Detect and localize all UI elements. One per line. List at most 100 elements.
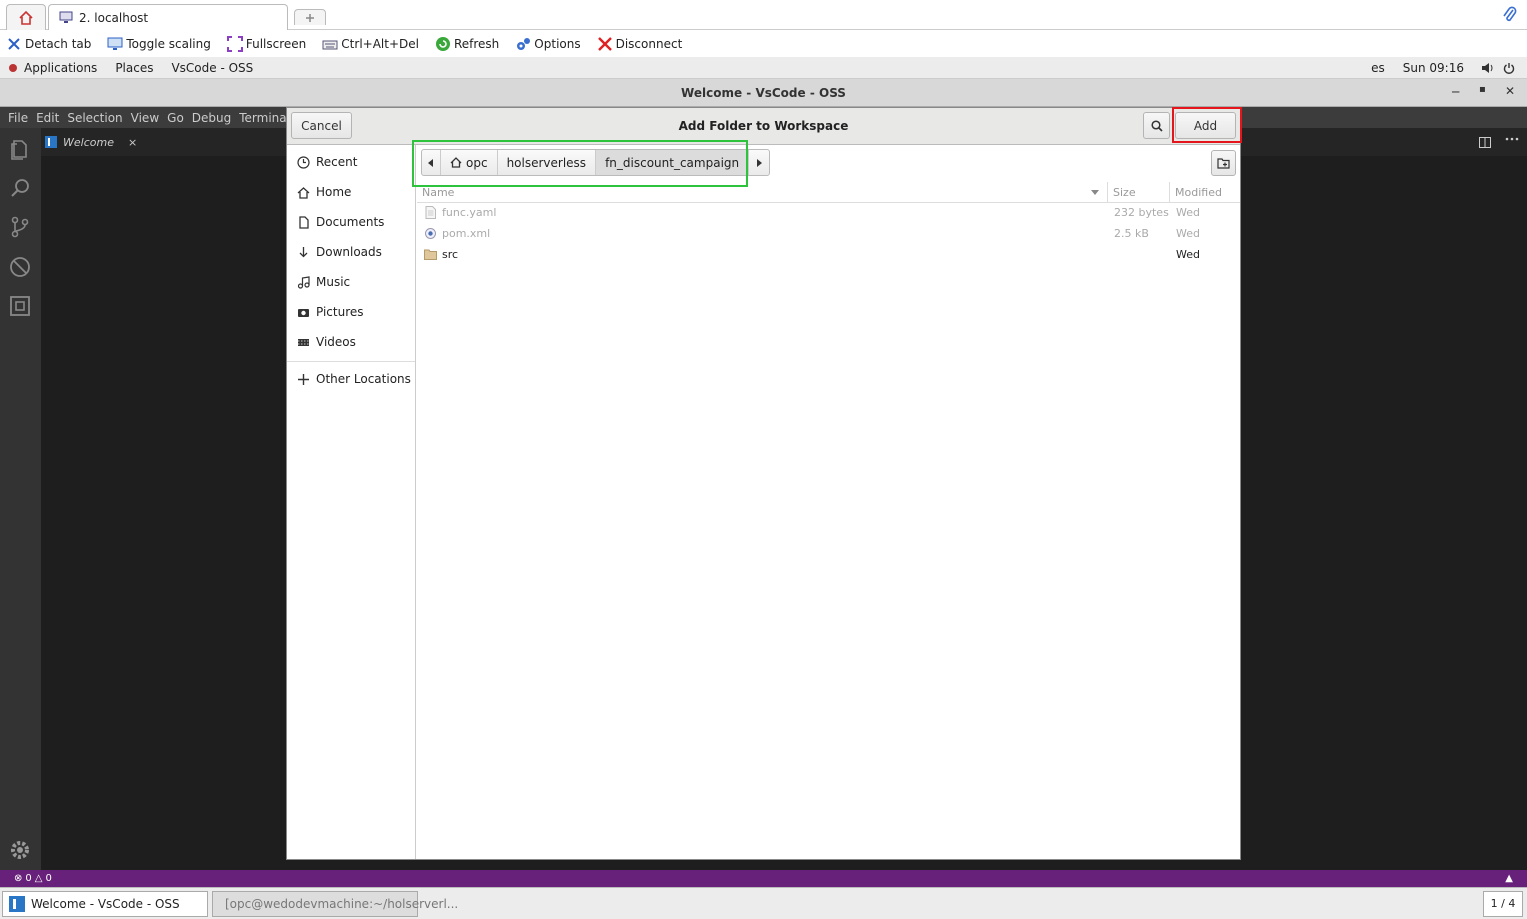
window-taskbar: Welcome - VsCode - OSS [opc@wedodevmachi… — [0, 887, 1527, 919]
new-tab-button[interactable] — [294, 9, 326, 25]
home-tab[interactable] — [6, 4, 46, 30]
search-icon — [1150, 119, 1163, 132]
taskbar-item-vscode[interactable]: Welcome - VsCode - OSS — [2, 890, 208, 917]
home-icon — [19, 10, 33, 25]
close-tab-icon[interactable]: × — [128, 136, 137, 149]
sidebar-item-music[interactable]: Music — [297, 271, 350, 293]
fullscreen-icon — [226, 35, 243, 52]
maximize-button[interactable]: ▪ — [1479, 84, 1486, 95]
localhost-tab[interactable]: 2. localhost — [48, 4, 288, 30]
column-modified[interactable]: Modified — [1175, 186, 1222, 199]
create-folder-button[interactable] — [1211, 150, 1236, 176]
search-icon[interactable] — [8, 176, 32, 200]
xml-file-icon — [425, 228, 436, 239]
source-control-icon[interactable] — [8, 215, 32, 239]
column-name[interactable]: Name — [422, 186, 454, 199]
error-icon[interactable]: ⊗ — [14, 873, 22, 884]
sidebar-item-recent[interactable]: Recent — [297, 151, 357, 173]
clock[interactable]: Sun 09:16 — [1394, 61, 1473, 75]
refresh-icon — [435, 36, 450, 51]
options-button[interactable]: Options — [515, 36, 581, 52]
add-button-highlight — [1172, 107, 1242, 143]
toggle-scaling-button[interactable]: Toggle scaling — [107, 36, 211, 52]
menu-debug[interactable]: Debug — [188, 111, 235, 125]
applications-menu[interactable]: Applications — [18, 61, 106, 75]
places-menu[interactable]: Places — [106, 61, 162, 75]
disconnect-button[interactable]: Disconnect — [597, 36, 682, 52]
taskbar-item-terminal[interactable]: [opc@wedodevmachine:~/holserverl... — [212, 890, 458, 917]
add-folder-dialog: Add Folder to Workspace Cancel Add Recen… — [286, 107, 1241, 860]
ctrl-alt-del-button[interactable]: Ctrl+Alt+Del — [322, 36, 419, 52]
document-icon — [299, 215, 309, 229]
path-forward-button[interactable] — [749, 150, 769, 175]
column-divider — [1107, 182, 1108, 202]
power-icon[interactable] — [1503, 62, 1515, 74]
file-row-func-yaml[interactable]: func.yaml 232 bytes Wed — [417, 202, 1240, 223]
file-row-src[interactable]: src Wed — [417, 244, 1240, 265]
download-icon — [299, 246, 308, 257]
sidebar-item-documents[interactable]: Documents — [297, 211, 384, 233]
plus-icon — [298, 373, 309, 385]
warning-count: 0 — [45, 873, 52, 884]
column-divider — [1169, 182, 1170, 202]
tab-title: 2. localhost — [79, 10, 149, 25]
applications-icon — [9, 63, 17, 72]
welcome-editor-tab[interactable]: Welcome × — [45, 132, 137, 152]
places-sidebar: Recent Home Documents Downloads Music Pi… — [287, 145, 416, 859]
error-count: 0 — [25, 873, 32, 884]
gears-icon — [517, 37, 531, 50]
sidebar-item-other-locations[interactable]: Other Locations — [297, 368, 411, 390]
menu-selection[interactable]: Selection — [63, 111, 126, 125]
active-app-menu[interactable]: VsCode - OSS — [162, 61, 262, 75]
chevron-right-icon — [757, 158, 763, 167]
text-file-icon — [425, 206, 436, 219]
gnome-top-bar: Applications Places VsCode - OSS es Sun … — [0, 57, 1527, 79]
volume-icon[interactable] — [1481, 62, 1495, 74]
warning-icon[interactable]: △ — [35, 873, 43, 884]
settings-gear-icon[interactable] — [8, 838, 32, 862]
folder-icon — [424, 249, 437, 260]
notification-bell-icon[interactable]: ▲ — [1505, 873, 1513, 884]
column-size[interactable]: Size — [1113, 186, 1136, 199]
extensions-icon[interactable] — [8, 294, 32, 318]
activity-bar — [0, 128, 41, 870]
minimize-button[interactable]: ─ — [1452, 85, 1459, 99]
sidebar-item-downloads[interactable]: Downloads — [297, 241, 382, 263]
keyboard-icon — [322, 40, 338, 49]
sidebar-item-home[interactable]: Home — [297, 181, 351, 203]
music-icon — [297, 275, 310, 289]
window-title: Welcome - VsCode - OSS — [681, 85, 846, 100]
menu-go[interactable]: Go — [163, 111, 188, 125]
vscode-logo-icon — [9, 895, 25, 912]
keyboard-layout[interactable]: es — [1362, 61, 1394, 75]
scissors-icon — [8, 37, 20, 50]
debug-icon[interactable] — [8, 255, 32, 279]
clock-icon — [297, 155, 310, 169]
sidebar-item-videos[interactable]: Videos — [297, 331, 356, 353]
window-titlebar: Welcome - VsCode - OSS ─ ▪ ✕ — [0, 79, 1527, 107]
fullscreen-button[interactable]: Fullscreen — [226, 35, 306, 52]
new-folder-icon — [1216, 158, 1230, 169]
cancel-button[interactable]: Cancel — [291, 112, 352, 139]
split-editor-icon[interactable] — [1479, 137, 1491, 148]
workspace-indicator[interactable]: 1 / 4 — [1483, 890, 1523, 917]
menu-edit[interactable]: Edit — [32, 111, 63, 125]
explorer-icon[interactable] — [8, 138, 32, 162]
paperclip-icon[interactable] — [1502, 6, 1518, 24]
refresh-button[interactable]: Refresh — [435, 36, 499, 52]
close-window-button[interactable]: ✕ — [1505, 84, 1515, 98]
file-row-pom-xml[interactable]: pom.xml 2.5 kB Wed — [417, 223, 1240, 244]
menu-file[interactable]: File — [4, 111, 32, 125]
sidebar-item-pictures[interactable]: Pictures — [297, 301, 364, 323]
more-actions-icon[interactable] — [1505, 137, 1519, 141]
detach-tab-button[interactable]: Detach tab — [6, 36, 91, 52]
video-icon — [298, 338, 309, 346]
sort-down-icon[interactable] — [1091, 190, 1099, 195]
search-button[interactable] — [1143, 112, 1170, 139]
menu-view[interactable]: View — [127, 111, 163, 125]
plus-icon — [306, 13, 314, 22]
sidebar-divider — [287, 361, 415, 362]
client-toolbar: Detach tab Toggle scaling Fullscreen Ctr… — [0, 30, 1527, 57]
vscode-logo-icon — [45, 136, 57, 148]
close-x-icon — [597, 36, 612, 51]
